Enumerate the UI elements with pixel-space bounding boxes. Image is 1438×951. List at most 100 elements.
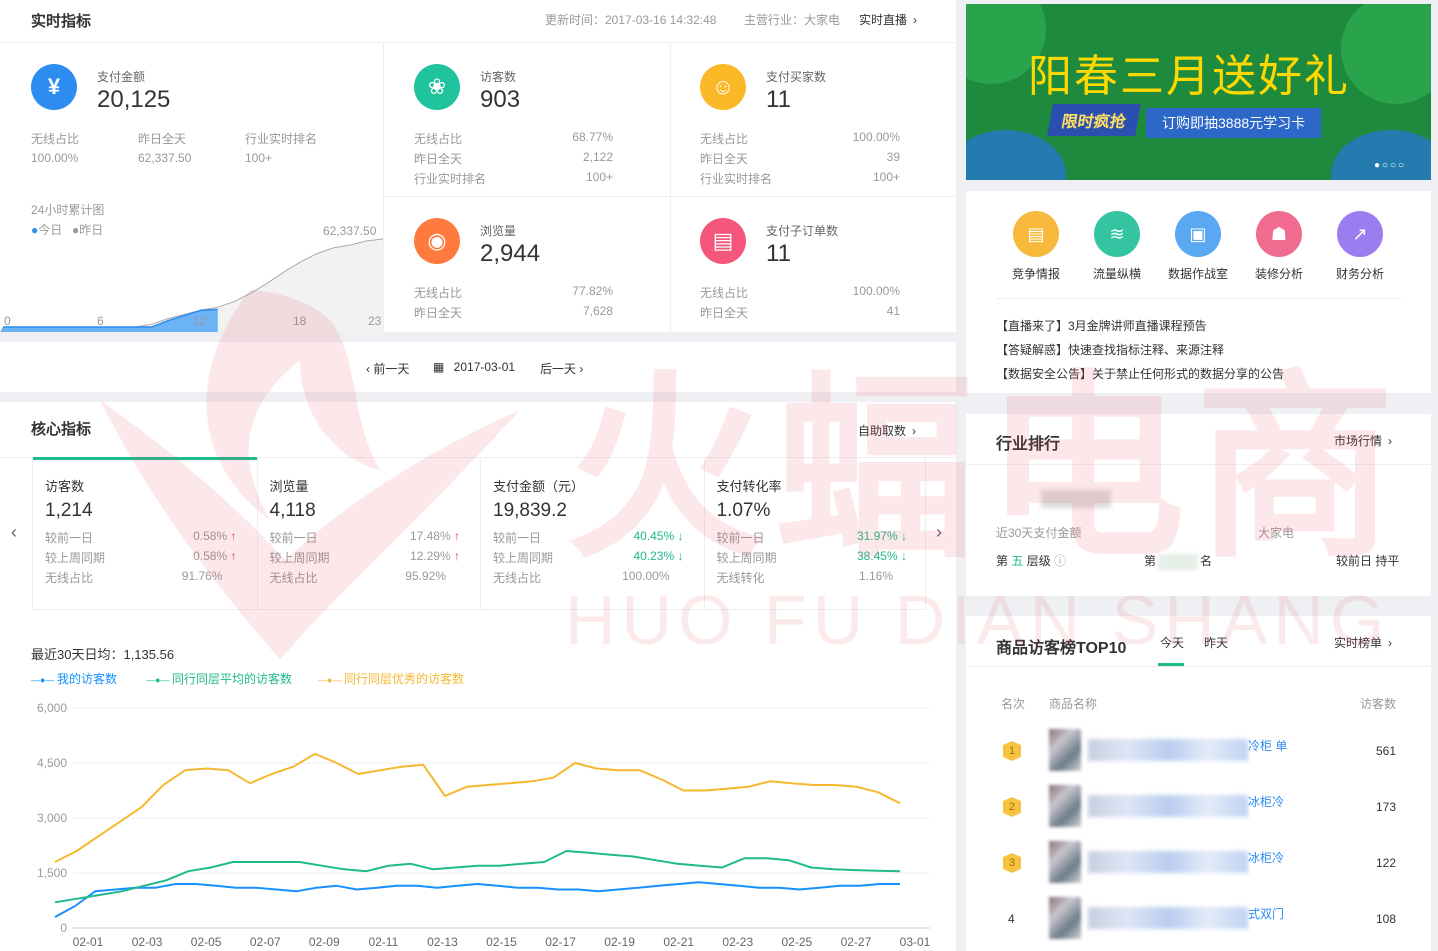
carousel-dots[interactable]: ●○○○ — [1374, 160, 1406, 171]
product-thumbnail[interactable] — [1049, 785, 1081, 827]
date-nav: ‹ 前一天 ▦ 2017-03-01 后一天 › — [0, 342, 956, 392]
visitors-rank-label: 行业实时排名 — [414, 172, 487, 186]
promo-banner[interactable]: 阳春三月送好礼 限时疯抢 订购即抽3888元学习卡 ●○○○ — [966, 4, 1431, 180]
dashboard-icon[interactable]: ▣ — [1175, 211, 1221, 257]
tier-value: 五 — [1011, 554, 1024, 568]
metric-compare-number: 0.58% — [193, 549, 228, 563]
market-link[interactable]: 市场行情 › — [1334, 432, 1392, 449]
tool-label[interactable]: 装修分析 — [1255, 265, 1303, 282]
carousel-next-button[interactable]: › — [936, 522, 942, 543]
self-fetch-link[interactable]: 自助取数 › — [858, 422, 916, 439]
legend-item[interactable]: —●— 我的访客数 — [31, 670, 117, 687]
footprint-icon: ❀ — [414, 64, 460, 110]
orders-yesterday: 41 — [886, 304, 900, 318]
legend-label: 同行同层优秀的访客数 — [343, 672, 464, 686]
product-name-suffix[interactable]: 冰柜冷 — [1248, 793, 1284, 810]
help-icon[interactable]: ⓘ — [1054, 554, 1066, 568]
tool-label[interactable]: 数据作战室 — [1168, 265, 1228, 282]
tab-today[interactable]: 今天 — [1160, 634, 1184, 651]
blurred-product-name[interactable] — [1088, 795, 1248, 817]
divider — [670, 43, 671, 332]
trend-icon[interactable]: ↗ — [1337, 211, 1383, 257]
metric-tab[interactable]: 浏览量 4,118 较前一日 17.48% ↑ 较上周同期 12.29% ↑ 无线占比 95.… — [256, 457, 481, 610]
metric-tab[interactable]: 访客数 1,214 较前一日 0.58% ↑ 较上周同期 0.58% ↑ 无线占比 91.76… — [33, 457, 257, 610]
col-name: 商品名称 — [1049, 697, 1098, 711]
realtime-rank-link[interactable]: 实时榜单 › — [1334, 634, 1392, 651]
date-picker[interactable]: ▦ 2017-03-01 — [433, 360, 515, 374]
next-day-button[interactable]: 后一天 › — [540, 360, 583, 377]
x-tick-label: 02-25 — [782, 935, 813, 949]
blurred-product-name[interactable] — [1088, 739, 1248, 761]
metric-compare-value: 12.29% ↑ — [410, 549, 460, 563]
metric-label: 支付金额（元） — [493, 479, 585, 494]
tab-yesterday[interactable]: 昨天 — [1204, 634, 1228, 651]
avg-label: 最近30天日均：1,135.56 — [31, 647, 175, 662]
x-tick-label: 02-09 — [309, 935, 340, 949]
arrow-down-icon: ↓ — [674, 529, 684, 543]
tool-label[interactable]: 流量纵横 — [1093, 265, 1141, 282]
banner-sub: 订购即抽3888元学习卡 — [1146, 108, 1322, 138]
banner-title: 阳春三月送好礼 — [1028, 52, 1350, 101]
product-visitors: 108 — [1376, 912, 1397, 926]
live-link[interactable]: 实时直播 › — [859, 11, 917, 28]
views-yesterday-label: 昨日全天 — [414, 306, 463, 320]
carousel-prev-button[interactable]: ‹ — [11, 522, 17, 543]
document-icon[interactable]: ▤ — [1013, 211, 1059, 257]
legend-item[interactable]: —●— 同行同层平均的访客数 — [146, 670, 292, 687]
tool-label[interactable]: 财务分析 — [1336, 265, 1384, 282]
leaf-decoration — [1331, 130, 1431, 180]
blurred-product-name[interactable] — [1088, 907, 1248, 929]
product-name-suffix[interactable]: 冷柜 单 — [1248, 737, 1287, 754]
tier-label: 第 五 层级 ⓘ — [996, 552, 1066, 569]
x-tick-label: 02-07 — [250, 935, 281, 949]
chart-24h — [0, 238, 383, 332]
blurred-product-name[interactable] — [1088, 851, 1248, 873]
legend-label: 同行同层平均的访客数 — [171, 672, 292, 686]
col-rank: 名次 — [1001, 697, 1026, 711]
product-visitors: 122 — [1376, 856, 1397, 870]
industry-rank-title: 行业排行 — [996, 436, 1061, 453]
metric-value: 1,214 — [45, 500, 93, 521]
buyers-wireless: 100.00% — [852, 130, 900, 144]
views-yesterday: 7,628 — [582, 304, 613, 318]
rank-medal-icon: 3 — [1003, 853, 1021, 873]
news-item[interactable]: 【答疑解惑】快速查找指标注释、来源注释 — [996, 341, 1224, 358]
metric-tab[interactable]: 支付金额（元） 19,839.2 较前一日 40.45% ↓ 较上周同期 40.23% ↓… — [480, 457, 704, 610]
product-thumbnail[interactable] — [1049, 897, 1081, 939]
visitors-label: 访客数 — [480, 70, 517, 84]
orders-wireless-label: 无线占比 — [700, 286, 749, 300]
arrow-up-icon: ↑ — [227, 529, 237, 543]
news-item[interactable]: 【直播来了】3月金牌讲师直播课程预告 — [996, 317, 1207, 334]
prev-day-button[interactable]: ‹ 前一天 — [366, 360, 409, 377]
pay-label: 支付金额 — [97, 70, 146, 84]
product-thumbnail[interactable] — [1049, 729, 1081, 771]
buyers-yesterday-label: 昨日全天 — [700, 152, 749, 166]
chart-line-icon[interactable]: ≋ — [1094, 211, 1140, 257]
x-tick-label: 02-23 — [722, 935, 753, 949]
metric-compare-value: 0.58% ↑ — [193, 549, 236, 563]
tool-label[interactable]: 竞争情报 — [1012, 265, 1060, 282]
metric-compare-value: 100.00% — [622, 569, 669, 583]
realtime-title: 实时指标 — [31, 13, 92, 30]
metric-compare-number: 100.00% — [622, 569, 670, 583]
metric-compare-number: 1.16% — [858, 569, 893, 583]
legend-line-icon: —●— — [31, 675, 57, 685]
metric-value: 4,118 — [269, 500, 316, 521]
legend-item[interactable]: —●— 同行同层优秀的访客数 — [318, 670, 464, 687]
metric-tab[interactable]: 支付转化率 1.07% 较前一日 31.97% ↓ 较上周同期 38.45% ↓ 无线转化 1… — [703, 457, 928, 610]
col-visitors: 访客数 — [1360, 697, 1397, 711]
orders-wireless: 100.00% — [852, 284, 900, 298]
news-item[interactable]: 【数据安全公告】关于禁止任何形式的数据分享的公告 — [996, 365, 1284, 382]
metric-compare-value: 1.16% — [859, 569, 893, 583]
buyers-wireless-label: 无线占比 — [700, 132, 749, 146]
metric-compare-label: 较前一日 — [269, 531, 318, 545]
product-thumbnail[interactable] — [1049, 841, 1081, 883]
brush-icon[interactable]: ☗ — [1256, 211, 1302, 257]
product-visitors: 561 — [1376, 744, 1397, 758]
mini-xtick: 23 — [368, 314, 382, 328]
product-name-suffix[interactable]: 式双门 — [1248, 905, 1284, 922]
banner-tag: 限时疯抢 — [1047, 104, 1141, 136]
product-name-suffix[interactable]: 冰柜冷 — [1248, 849, 1284, 866]
visitors-yesterday: 2,122 — [582, 150, 613, 164]
visitors-wireless-label: 无线占比 — [414, 132, 463, 146]
